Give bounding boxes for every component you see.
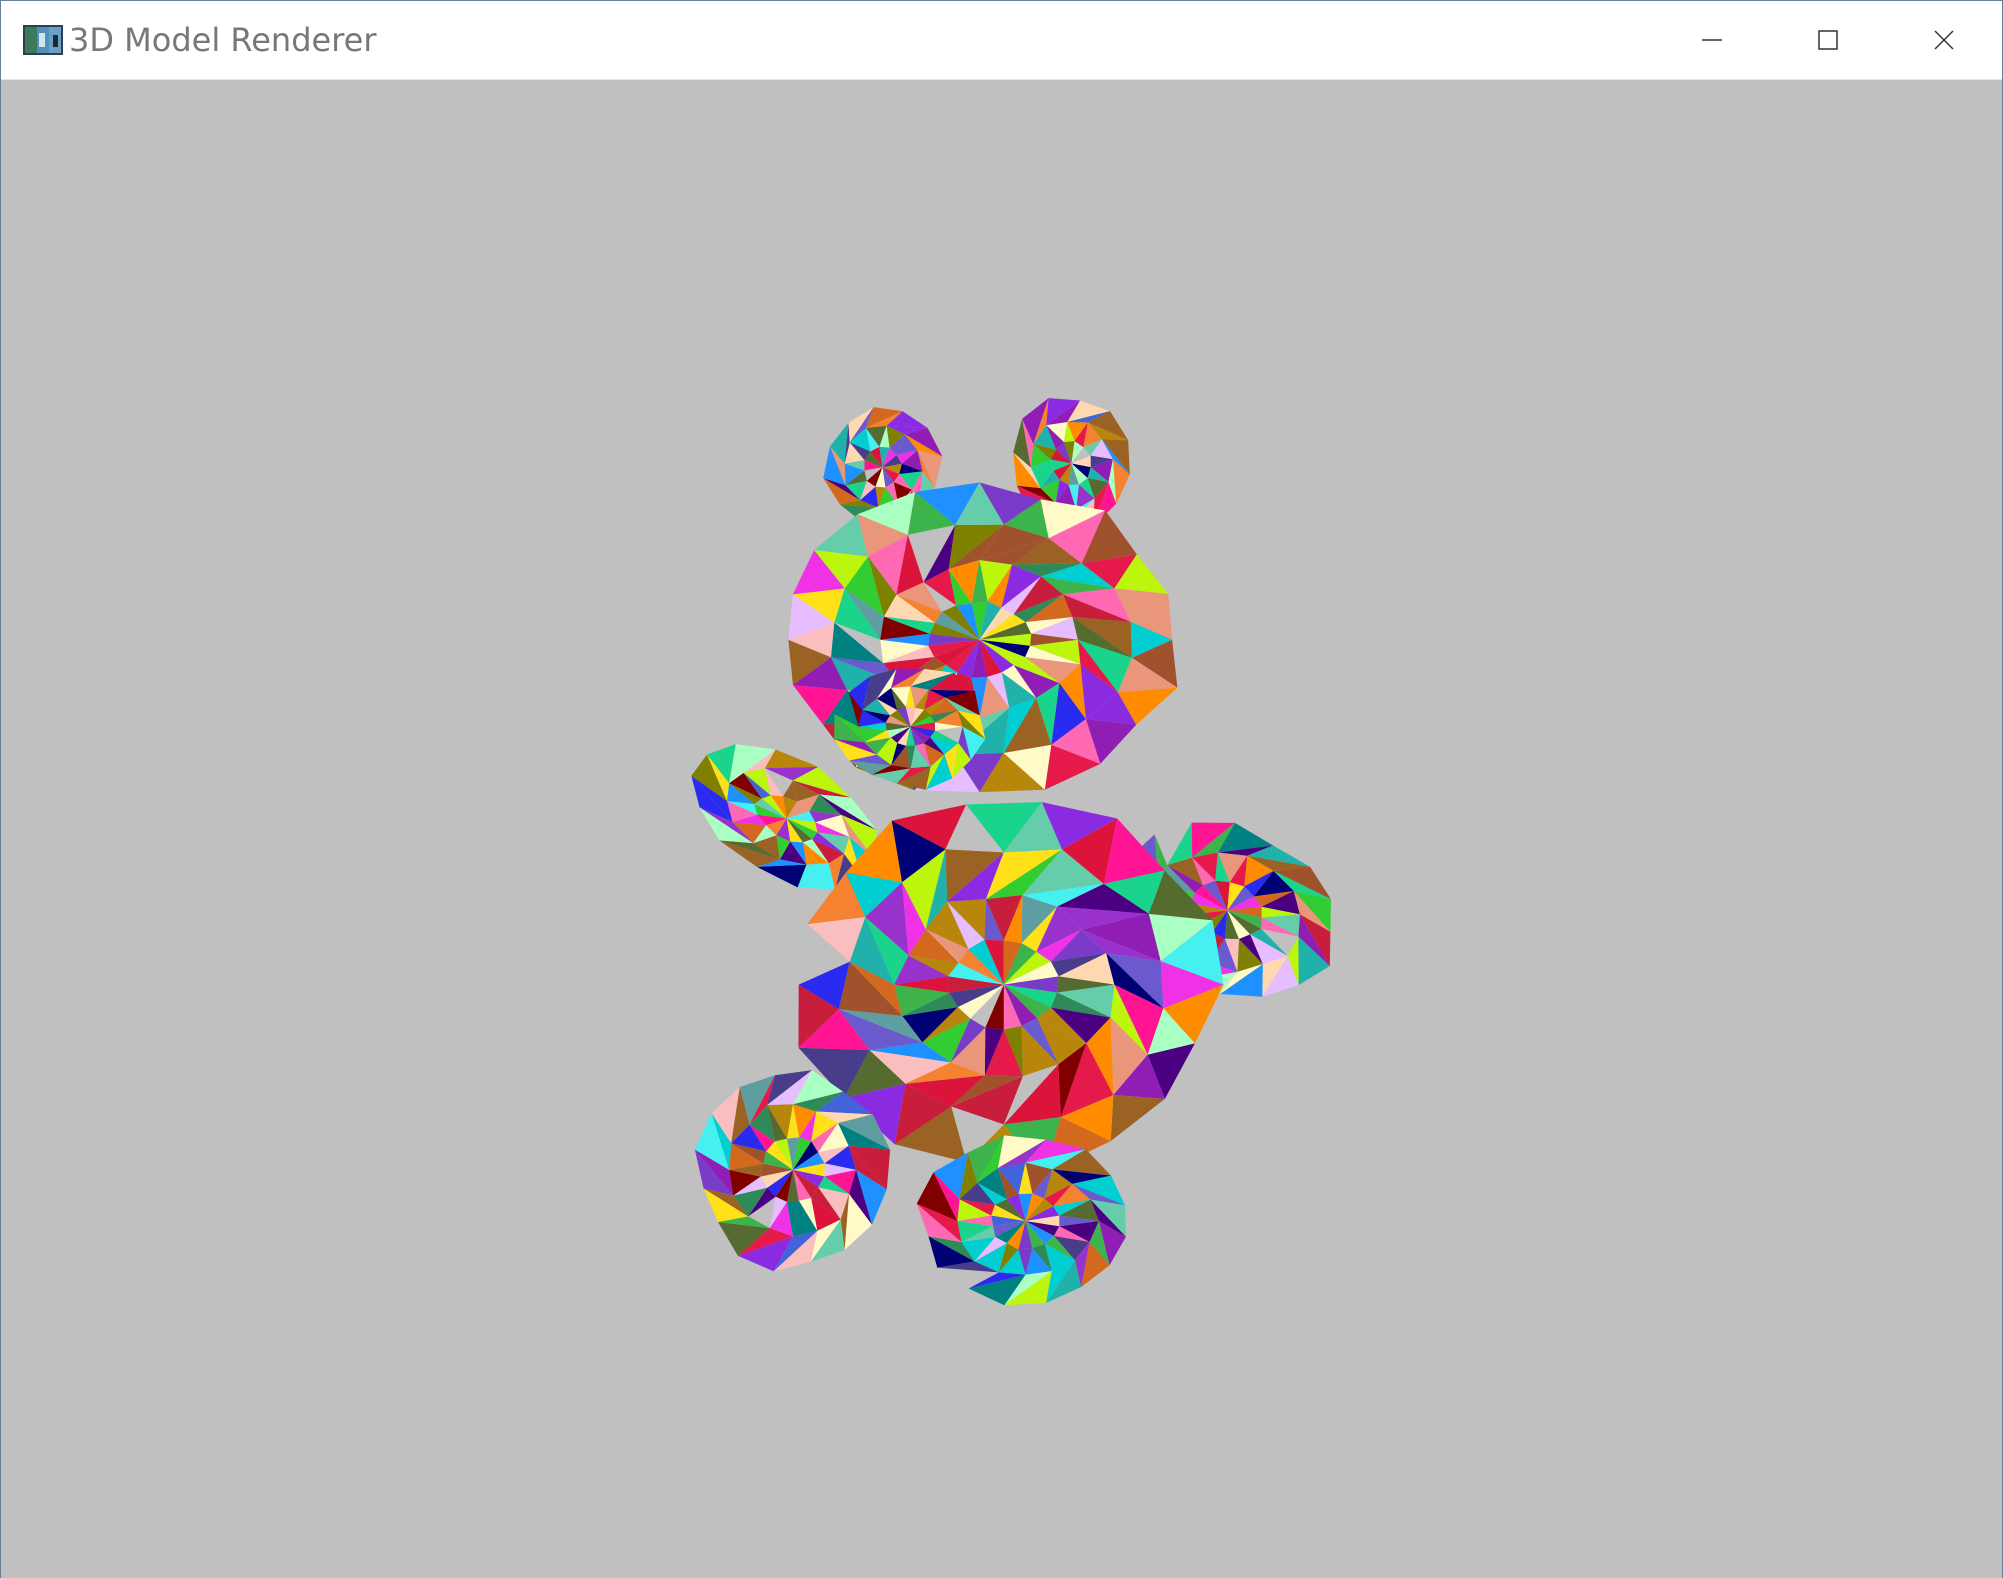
maximize-button[interactable] bbox=[1770, 1, 1886, 79]
window-title: 3D Model Renderer bbox=[69, 21, 377, 59]
title-bar[interactable]: 3D Model Renderer bbox=[1, 1, 2002, 80]
close-icon bbox=[1934, 30, 1954, 50]
teddy-bear-model[interactable] bbox=[1, 80, 2002, 1578]
close-button[interactable] bbox=[1886, 1, 2002, 79]
minimize-button[interactable] bbox=[1654, 1, 1770, 79]
mesh-triangle bbox=[1110, 1095, 1165, 1142]
app-window: 3D Model Renderer bbox=[0, 0, 2003, 1578]
left-arm bbox=[691, 744, 877, 890]
maximize-icon bbox=[1818, 30, 1838, 50]
render-viewport[interactable] bbox=[1, 80, 2002, 1578]
minimize-icon bbox=[1702, 39, 1722, 41]
right-foot bbox=[916, 1135, 1126, 1306]
app-icon bbox=[23, 25, 63, 55]
